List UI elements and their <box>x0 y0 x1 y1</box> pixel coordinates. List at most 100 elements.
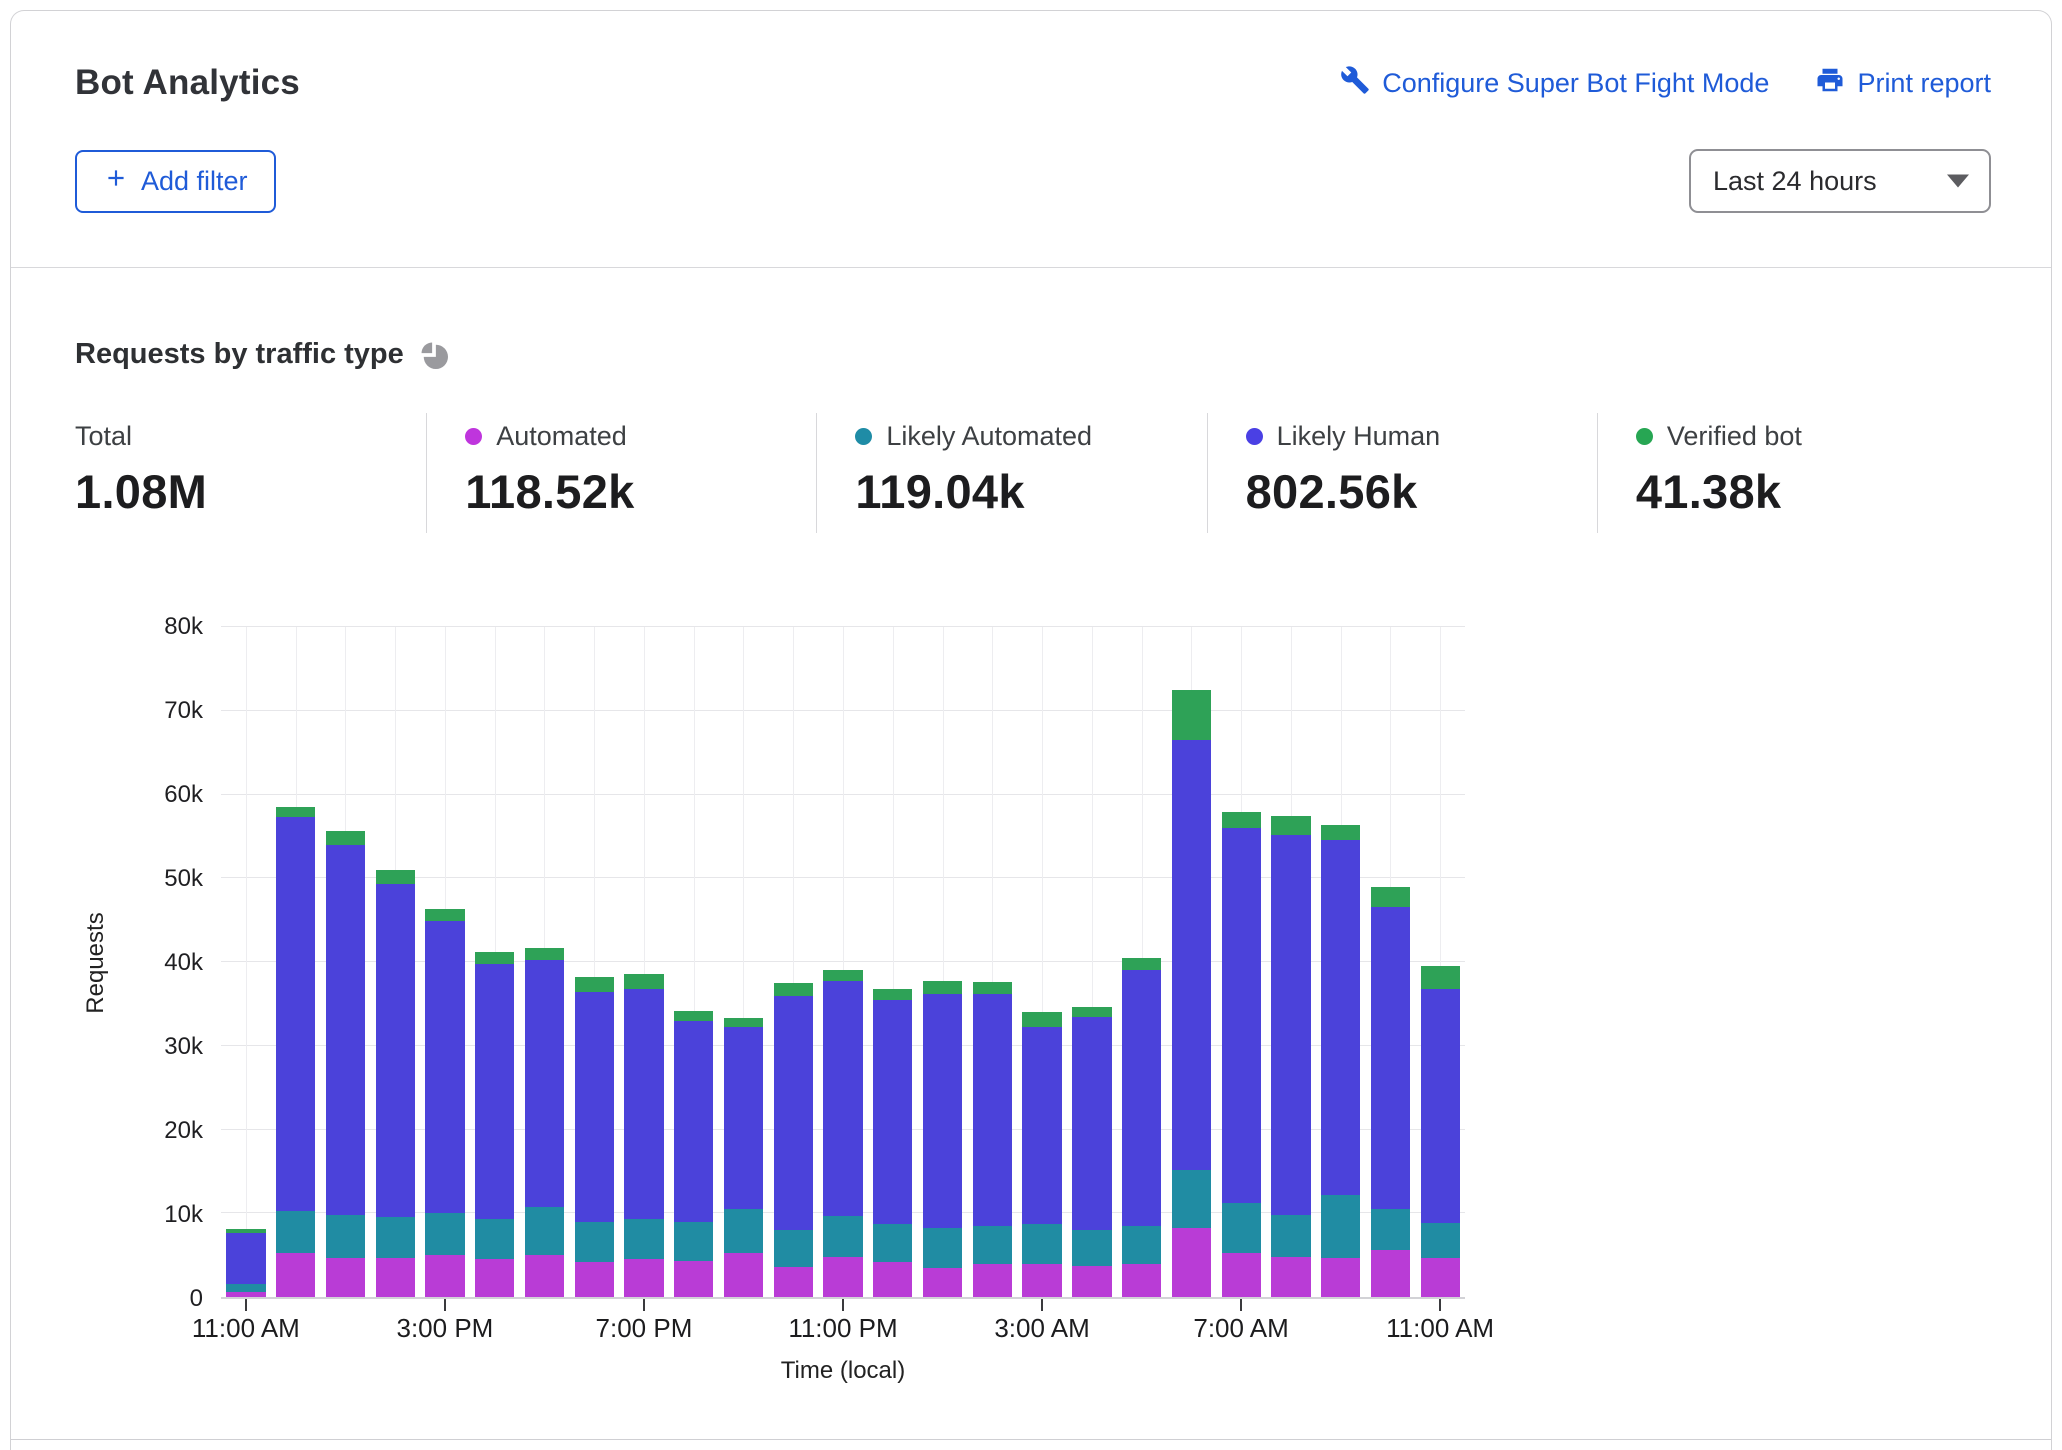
bar-slot <box>370 627 420 1297</box>
x-tick-label: 11:00 PM <box>788 1313 897 1344</box>
bar[interactable] <box>326 627 365 1297</box>
bar-segment-verified-bot <box>923 981 962 994</box>
bar-segment-verified-bot <box>1271 816 1310 834</box>
stat-likely-automated-label: Likely Automated <box>886 421 1092 452</box>
bar-segment-likely-automated <box>425 1213 464 1255</box>
bar-slot <box>669 627 719 1297</box>
x-axis-title: Time (local) <box>221 1357 1465 1385</box>
bar-segment-likely-automated <box>624 1219 663 1259</box>
bar-segment-likely-automated <box>1022 1224 1061 1264</box>
x-tick <box>842 1299 844 1311</box>
bar-segment-likely-human <box>575 992 614 1221</box>
bar-segment-automated <box>575 1262 614 1297</box>
bar-segment-automated <box>1271 1257 1310 1297</box>
y-tick-label: 30k <box>164 1033 203 1061</box>
bar[interactable] <box>1321 627 1360 1297</box>
bar[interactable] <box>575 627 614 1297</box>
bar[interactable] <box>823 627 862 1297</box>
bar-segment-likely-automated <box>1222 1203 1261 1252</box>
bar-slot <box>1366 627 1416 1297</box>
bar[interactable] <box>276 627 315 1297</box>
bar[interactable] <box>1172 627 1211 1297</box>
add-filter-button[interactable]: Add filter <box>75 150 276 213</box>
bar[interactable] <box>475 627 514 1297</box>
x-tick <box>643 1299 645 1311</box>
bar-segment-likely-automated <box>1172 1170 1211 1228</box>
bar[interactable] <box>923 627 962 1297</box>
bar-segment-likely-automated <box>1072 1230 1111 1266</box>
bar[interactable] <box>376 627 415 1297</box>
bar-segment-likely-human <box>1222 828 1261 1203</box>
bar[interactable] <box>1371 627 1410 1297</box>
bar[interactable] <box>873 627 912 1297</box>
bar-segment-verified-bot <box>973 982 1012 994</box>
stat-automated-value: 118.52k <box>465 464 816 519</box>
bar-slot <box>1316 627 1366 1297</box>
automated-dot <box>465 428 482 445</box>
bar[interactable] <box>724 627 763 1297</box>
bar-segment-automated <box>226 1292 265 1297</box>
bar[interactable] <box>1222 627 1261 1297</box>
bar-segment-verified-bot <box>1421 966 1460 989</box>
bar[interactable] <box>1072 627 1111 1297</box>
bar-segment-verified-bot <box>376 870 415 884</box>
bar-segment-verified-bot <box>276 807 315 817</box>
bar[interactable] <box>1022 627 1061 1297</box>
stat-verified-bot: Verified bot 41.38k <box>1597 413 1987 533</box>
bar-segment-automated <box>1172 1228 1211 1298</box>
configure-sbfm-label: Configure Super Bot Fight Mode <box>1382 68 1769 99</box>
bar[interactable] <box>973 627 1012 1297</box>
bar-segment-likely-human <box>276 817 315 1211</box>
bar-segment-likely-human <box>873 1000 912 1224</box>
bar-slot <box>1117 627 1167 1297</box>
bar-segment-likely-human <box>1122 970 1161 1226</box>
bar-slot <box>1017 627 1067 1297</box>
stat-automated-label: Automated <box>496 421 627 452</box>
bar-slot <box>1167 627 1217 1297</box>
y-tick-label: 20k <box>164 1117 203 1145</box>
bar-segment-likely-automated <box>276 1211 315 1254</box>
bar-slot <box>1216 627 1266 1297</box>
bar[interactable] <box>1421 627 1460 1297</box>
bar-segment-verified-bot <box>1371 887 1410 907</box>
bar[interactable] <box>425 627 464 1297</box>
bar-segment-likely-human <box>823 981 862 1216</box>
bar[interactable] <box>1271 627 1310 1297</box>
bar[interactable] <box>1122 627 1161 1297</box>
bar-segment-automated <box>475 1259 514 1297</box>
bar-slot <box>420 627 470 1297</box>
stat-likely-human-value: 802.56k <box>1246 464 1597 519</box>
bar-slot <box>271 627 321 1297</box>
bar-segment-likely-automated <box>1371 1209 1410 1250</box>
bar-segment-likely-human <box>724 1027 763 1210</box>
print-report-label: Print report <box>1857 68 1991 99</box>
bar[interactable] <box>624 627 663 1297</box>
y-axis-title: Requests <box>75 627 117 1385</box>
configure-sbfm-link[interactable]: Configure Super Bot Fight Mode <box>1340 65 1769 102</box>
bar-segment-verified-bot <box>1172 690 1211 740</box>
bar-segment-verified-bot <box>674 1011 713 1021</box>
bar-segment-likely-human <box>774 996 813 1231</box>
bar[interactable] <box>525 627 564 1297</box>
time-range-value: Last 24 hours <box>1713 166 1877 197</box>
bar-segment-verified-bot <box>823 970 862 981</box>
time-range-select[interactable]: Last 24 hours <box>1689 149 1991 213</box>
bar-slot <box>470 627 520 1297</box>
print-report-link[interactable]: Print report <box>1815 65 1991 102</box>
bar-segment-verified-bot <box>1072 1007 1111 1017</box>
bar-slot <box>221 627 271 1297</box>
y-tick-label: 80k <box>164 613 203 641</box>
bar-segment-likely-automated <box>1421 1223 1460 1258</box>
bar-slot <box>967 627 1017 1297</box>
stat-likely-automated-value: 119.04k <box>855 464 1206 519</box>
bar-slot <box>818 627 868 1297</box>
x-tick <box>245 1299 247 1311</box>
bar-segment-verified-bot <box>624 974 663 989</box>
x-tick <box>1041 1299 1043 1311</box>
bar[interactable] <box>674 627 713 1297</box>
bar[interactable] <box>774 627 813 1297</box>
chevron-down-icon <box>1947 175 1969 188</box>
stat-total: Total 1.08M <box>75 413 426 533</box>
section-title: Requests by traffic type <box>75 338 404 371</box>
bar[interactable] <box>226 627 265 1297</box>
